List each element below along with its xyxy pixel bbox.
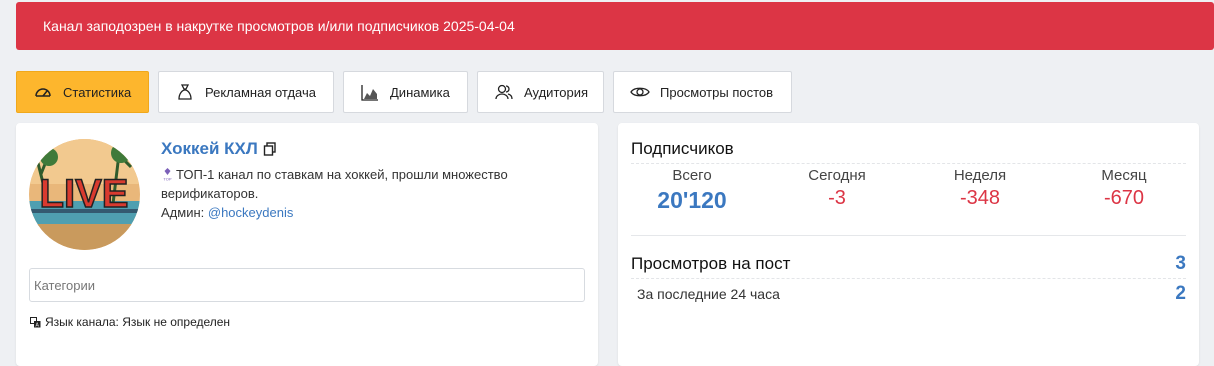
channel-admin: Админ: @hockeydenis [161,205,293,220]
channel-avatar[interactable]: LIVE [29,139,140,250]
tab-label: Аудитория [524,84,589,100]
views-title: Просмотров на пост [631,254,791,273]
tab-label: Динамика [390,84,450,100]
language-icon: A [30,316,41,328]
divider [631,163,1186,164]
svg-text:TOP: TOP [163,177,171,182]
stat-total: Всего 20'120 [627,167,757,214]
tab-label: Рекламная отдача [205,84,316,100]
stat-label: Сегодня [808,167,866,184]
stat-week: Неделя -348 [915,167,1045,210]
channel-description: TOP ТОП-1 канал по ставкам на хоккей, про… [161,165,551,203]
admin-link[interactable]: @hockeydenis [208,205,293,220]
avatar-live-text: LIVE [40,172,129,216]
tab-post-views[interactable]: Просмотры постов [613,71,792,113]
area-chart-icon [360,82,380,102]
tab-dynamics[interactable]: Динамика [343,71,468,113]
stat-value: -348 [959,187,1001,209]
tab-ad-return[interactable]: Рекламная отдача [158,71,334,113]
stats-card: Подписчиков Всего 20'120 Сегодня -3 Неде… [618,123,1199,366]
views-value: 3 [1175,253,1186,274]
stat-value: -3 [828,187,846,209]
channel-title-text[interactable]: Хоккей КХЛ [161,139,258,159]
channel-info-card: LIVE Хоккей КХЛ TOP ТОП-1 канал по ставка… [16,123,598,366]
subscribers-title: Подписчиков [631,139,734,158]
suspicion-alert: Канал заподозрен в накрутке просмотров и… [16,2,1214,50]
categories-input[interactable] [29,268,585,302]
tab-statistics[interactable]: Статистика [16,71,149,113]
channel-title[interactable]: Хоккей КХЛ [161,139,277,159]
views-24h-value: 2 [1175,283,1186,304]
stat-value: 20'120 [657,187,727,213]
stat-value: -670 [1103,187,1145,209]
speedometer-icon [33,82,53,102]
users-icon [494,82,514,102]
stat-month: Месяц -670 [1059,167,1189,210]
stat-label: Месяц [1101,167,1147,184]
views-24h-label: За последние 24 часа [637,286,780,302]
channel-description-text: ТОП-1 канал по ставкам на хоккей, прошли… [161,167,508,201]
divider [631,235,1186,236]
tab-label: Статистика [63,84,132,100]
stat-label: Неделя [953,167,1007,184]
stat-today: Сегодня -3 [772,167,902,210]
admin-label: Админ: [161,205,205,220]
channel-language: A Язык канала: Язык не определен [30,315,230,329]
tab-label: Просмотры постов [660,84,774,100]
copy-icon[interactable] [263,142,277,156]
language-text: Язык канала: Язык не определен [45,315,231,329]
divider [631,278,1186,279]
stat-label: Всего [672,167,712,184]
eye-icon [630,82,650,102]
top-badge-icon: TOP [163,168,172,182]
tab-audience[interactable]: Аудитория [477,71,604,113]
money-bag-icon [175,82,195,102]
